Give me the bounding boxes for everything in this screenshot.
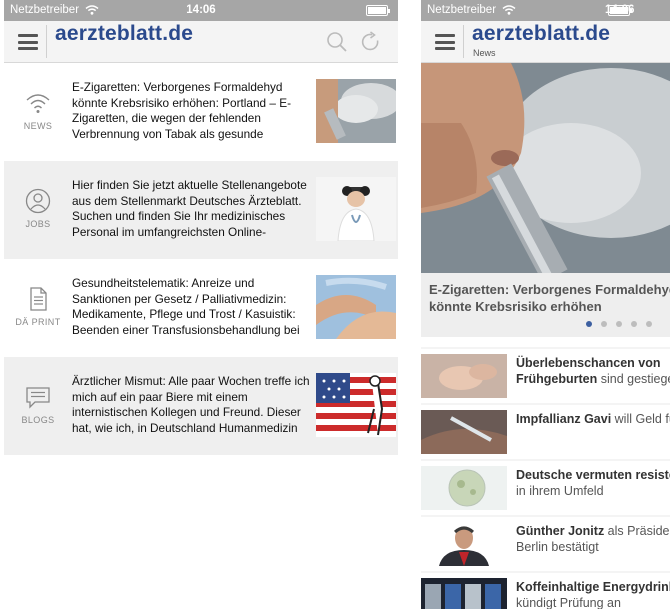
wifi-icon bbox=[502, 5, 516, 15]
brand-logo: aerzteblatt.de bbox=[472, 22, 611, 45]
carousel-dots[interactable] bbox=[586, 321, 652, 327]
category-label: BLOGS bbox=[21, 415, 55, 425]
app-bar: aerzteblatt.de bbox=[4, 21, 398, 63]
list-item-news[interactable]: NEWS E-Zigaretten: Verborgenes Formaldeh… bbox=[4, 63, 398, 161]
item-text: Impfallianz Gavi will Geld für Millionen… bbox=[516, 412, 670, 426]
flag-doctor-image bbox=[316, 373, 396, 437]
section-subtitle: News bbox=[473, 48, 496, 58]
menu-icon[interactable] bbox=[18, 34, 38, 50]
list-item-blogs[interactable]: BLOGS Ärztlicher Mismut: Alle paar Woche… bbox=[4, 357, 398, 455]
list-item[interactable]: Impfallianz Gavi will Geld für Millionen… bbox=[421, 403, 670, 459]
hero-title: E-Zigaretten: Verborgenes Formaldehyd kö… bbox=[429, 282, 670, 314]
document-icon bbox=[30, 287, 47, 311]
item-text-second: Frühgeburten bbox=[516, 372, 598, 386]
energy-drinks-image bbox=[421, 578, 507, 609]
wifi-icon bbox=[26, 94, 50, 113]
category-news: NEWS bbox=[4, 63, 72, 161]
item-text: E-Zigaretten: Verborgenes Formaldehyd kö… bbox=[72, 80, 292, 141]
petri-dish-image bbox=[421, 466, 507, 510]
category-label: DÄ PRINT bbox=[15, 317, 61, 327]
status-time: 14:06 bbox=[186, 4, 216, 16]
portrait-image bbox=[421, 522, 507, 566]
list-item[interactable]: Deutsche vermuten resistente Keimein ihr… bbox=[421, 459, 670, 515]
list-item[interactable]: Überlebenschancen von Frühgeburten sind g… bbox=[421, 347, 670, 403]
right-screen: Netzbetreiber 14:06 aerzteblatt.de News bbox=[421, 0, 670, 609]
item-text: Hier finden Sie jetzt aktuelle Stellenan… bbox=[72, 178, 307, 239]
vaccination-image bbox=[421, 410, 507, 454]
appbar-divider bbox=[463, 25, 464, 58]
carousel-dot[interactable] bbox=[646, 321, 652, 327]
item-text: Gesundheitstelematik: Anreize und Sankti… bbox=[72, 276, 300, 337]
chat-icon bbox=[26, 387, 50, 409]
doctor-binoculars-image bbox=[316, 177, 396, 241]
carousel-dot[interactable] bbox=[586, 321, 592, 327]
hero-caption[interactable]: E-Zigaretten: Verborgenes Formaldehyd kö… bbox=[421, 273, 670, 337]
battery-icon bbox=[366, 5, 390, 16]
user-icon bbox=[25, 188, 51, 214]
baby-feet-image bbox=[421, 354, 507, 398]
carousel-dot[interactable] bbox=[601, 321, 607, 327]
category-print: DÄ PRINT bbox=[4, 259, 72, 357]
menu-icon[interactable] bbox=[435, 34, 455, 50]
list-item-jobs[interactable]: JOBS Hier finden Sie jetzt aktuelle Stel… bbox=[4, 161, 398, 259]
ecigarette-image bbox=[316, 79, 396, 143]
left-screen: Netzbetreiber 14:06 aerzteblatt.de NEWS … bbox=[4, 0, 398, 609]
item-text-second: Berlin bestätigt bbox=[516, 540, 599, 554]
list-item[interactable]: Günther Jonitz als Präsident in Berlin b… bbox=[421, 515, 670, 571]
refresh-icon[interactable] bbox=[360, 31, 382, 53]
category-list: NEWS E-Zigaretten: Verborgenes Formaldeh… bbox=[4, 63, 398, 455]
brand-logo: aerzteblatt.de bbox=[55, 22, 194, 45]
category-jobs: JOBS bbox=[4, 161, 72, 259]
hands-image bbox=[316, 275, 396, 339]
status-bar: Netzbetreiber 14:06 bbox=[4, 0, 398, 21]
appbar-divider bbox=[46, 25, 47, 58]
item-text: Günther Jonitz als Präsident in Berlin b… bbox=[516, 524, 670, 554]
item-text: Überlebenschancen von Frühgeburten sind g… bbox=[516, 356, 670, 386]
list-item-print[interactable]: DÄ PRINT Gesundheitstelematik: Anreize u… bbox=[4, 259, 398, 357]
list-item[interactable]: Koffeinhaltige Energydrinks: EUkündigt P… bbox=[421, 571, 670, 609]
item-text: Koffeinhaltige Energydrinks: EUkündigt P… bbox=[516, 580, 670, 609]
news-feed: Überlebenschancen von Frühgeburten sind g… bbox=[421, 347, 670, 609]
carousel-dot[interactable] bbox=[616, 321, 622, 327]
search-icon[interactable] bbox=[326, 31, 348, 53]
category-blogs: BLOGS bbox=[4, 357, 72, 455]
app-bar: aerzteblatt.de News bbox=[421, 21, 670, 63]
hero-image[interactable] bbox=[421, 63, 670, 273]
category-label: JOBS bbox=[25, 219, 51, 229]
category-label: NEWS bbox=[23, 121, 53, 131]
carousel-dot[interactable] bbox=[631, 321, 637, 327]
item-text: Ärztlicher Mismut: Alle paar Wochen tref… bbox=[72, 374, 310, 435]
carrier-label: Netzbetreiber bbox=[427, 4, 497, 16]
status-bar: Netzbetreiber 14:06 bbox=[421, 0, 670, 21]
battery-icon bbox=[608, 5, 632, 16]
carrier: Netzbetreiber bbox=[427, 4, 516, 16]
item-text: Deutsche vermuten resistente Keimein ihr… bbox=[516, 468, 670, 498]
